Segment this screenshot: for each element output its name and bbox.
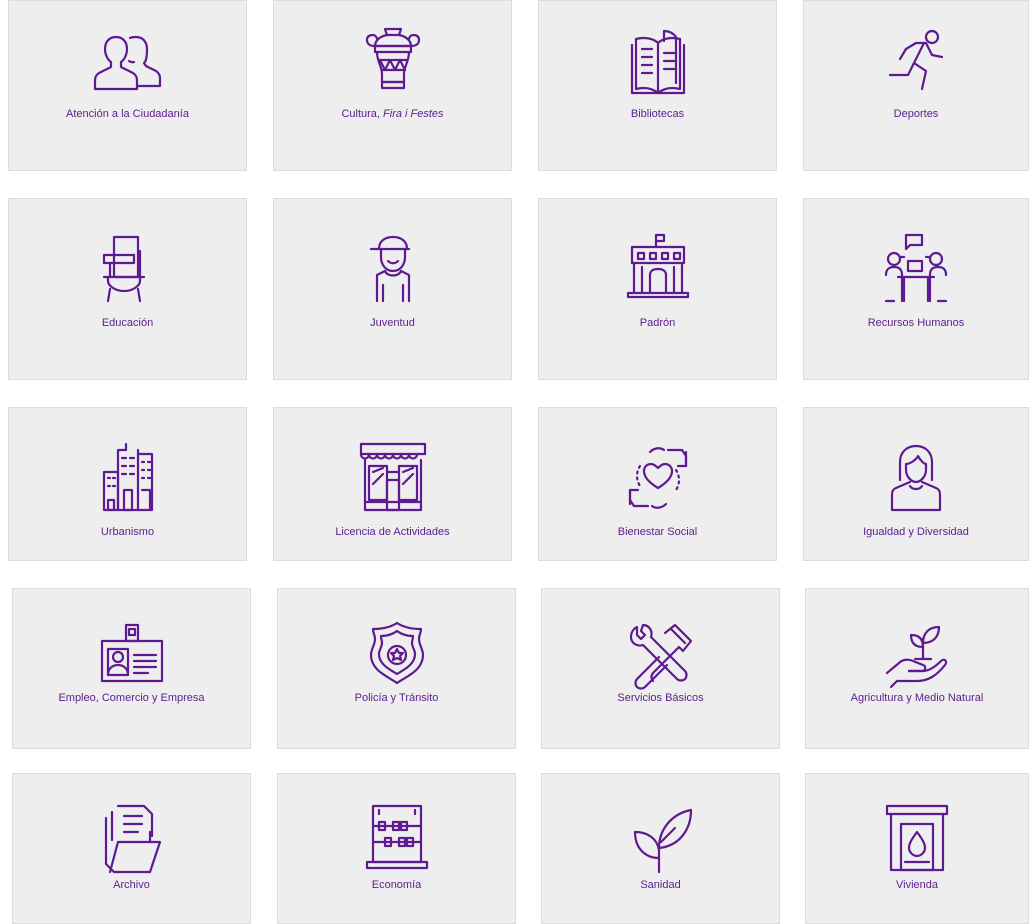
tile-servicios-basicos[interactable]: Servicios Básicos [541,588,780,749]
tile-label: Recursos Humanos [867,317,965,329]
woman-icon [878,440,954,516]
tile-label: Servicios Básicos [617,692,704,704]
tile-atencion-ciudadania[interactable]: Atención a la Ciudadanía [8,0,247,171]
tile-bibliotecas[interactable]: Bibliotecas [538,0,777,171]
town-hall-icon [620,231,696,307]
hand-plant-icon [879,619,955,695]
tile-empleo-comercio-empresa[interactable]: Empleo, Comercio y Empresa [12,588,251,749]
tile-label: Cultura, Fira i Festes [341,108,444,120]
abacus-icon [359,802,435,878]
tile-educacion[interactable]: Educación [8,198,247,380]
fireplace-icon [879,802,955,878]
people-icon [90,25,166,101]
school-desk-icon [90,231,166,307]
tile-label: Bibliotecas [630,108,685,120]
vase-icon [355,25,431,101]
tile-label: Sanidad [640,879,681,891]
tile-label: Atención a la Ciudadanía [66,108,189,120]
tile-label: Bienestar Social [617,526,698,538]
buildings-icon [90,440,166,516]
tile-label: Igualdad y Diversidad [863,526,969,538]
tile-label: Vivienda [896,879,938,891]
meeting-icon [878,231,954,307]
tile-juventud[interactable]: Juventud [273,198,512,380]
tile-recursos-humanos[interactable]: Recursos Humanos [803,198,1029,380]
tile-urbanismo[interactable]: Urbanismo [8,407,247,561]
tile-policia-transito[interactable]: Policía y Tránsito [277,588,516,749]
tile-igualdad-diversidad[interactable]: Igualdad y Diversidad [803,407,1029,561]
tile-label: Policía y Tránsito [354,692,439,704]
tile-cultura[interactable]: Cultura, Fira i Festes [273,0,512,171]
tile-label: Empleo, Comercio y Empresa [58,692,205,704]
hands-heart-icon [620,440,696,516]
tile-agricultura-medio-natural[interactable]: Agricultura y Medio Natural [805,588,1029,749]
book-icon [620,25,696,101]
tile-label: Licencia de Actividades [335,526,450,538]
tile-label: Deportes [893,108,939,120]
tile-label: Padrón [639,317,676,329]
folder-icon [94,802,170,878]
tile-sanidad[interactable]: Sanidad [541,773,780,924]
tile-label: Agricultura y Medio Natural [850,692,984,704]
tile-vivienda[interactable]: Vivienda [805,773,1029,924]
tools-icon [623,619,699,695]
tile-label: Urbanismo [100,526,155,538]
tile-bienestar-social[interactable]: Bienestar Social [538,407,777,561]
tile-label: Archivo [113,879,150,891]
shop-icon [355,440,431,516]
tile-label: Economía [371,879,422,891]
tile-label: Educación [101,317,154,329]
sprout-icon [623,802,699,878]
tile-archivo[interactable]: Archivo [12,773,251,924]
tile-padron[interactable]: Padrón [538,198,777,380]
tile-economia[interactable]: Economía [277,773,516,924]
runner-icon [878,25,954,101]
tile-label: Juventud [370,317,415,329]
tile-deportes[interactable]: Deportes [803,0,1029,171]
id-badge-icon [94,619,170,695]
tile-licencia-actividades[interactable]: Licencia de Actividades [273,407,512,561]
young-person-icon [355,231,431,307]
police-badge-icon [359,619,435,695]
